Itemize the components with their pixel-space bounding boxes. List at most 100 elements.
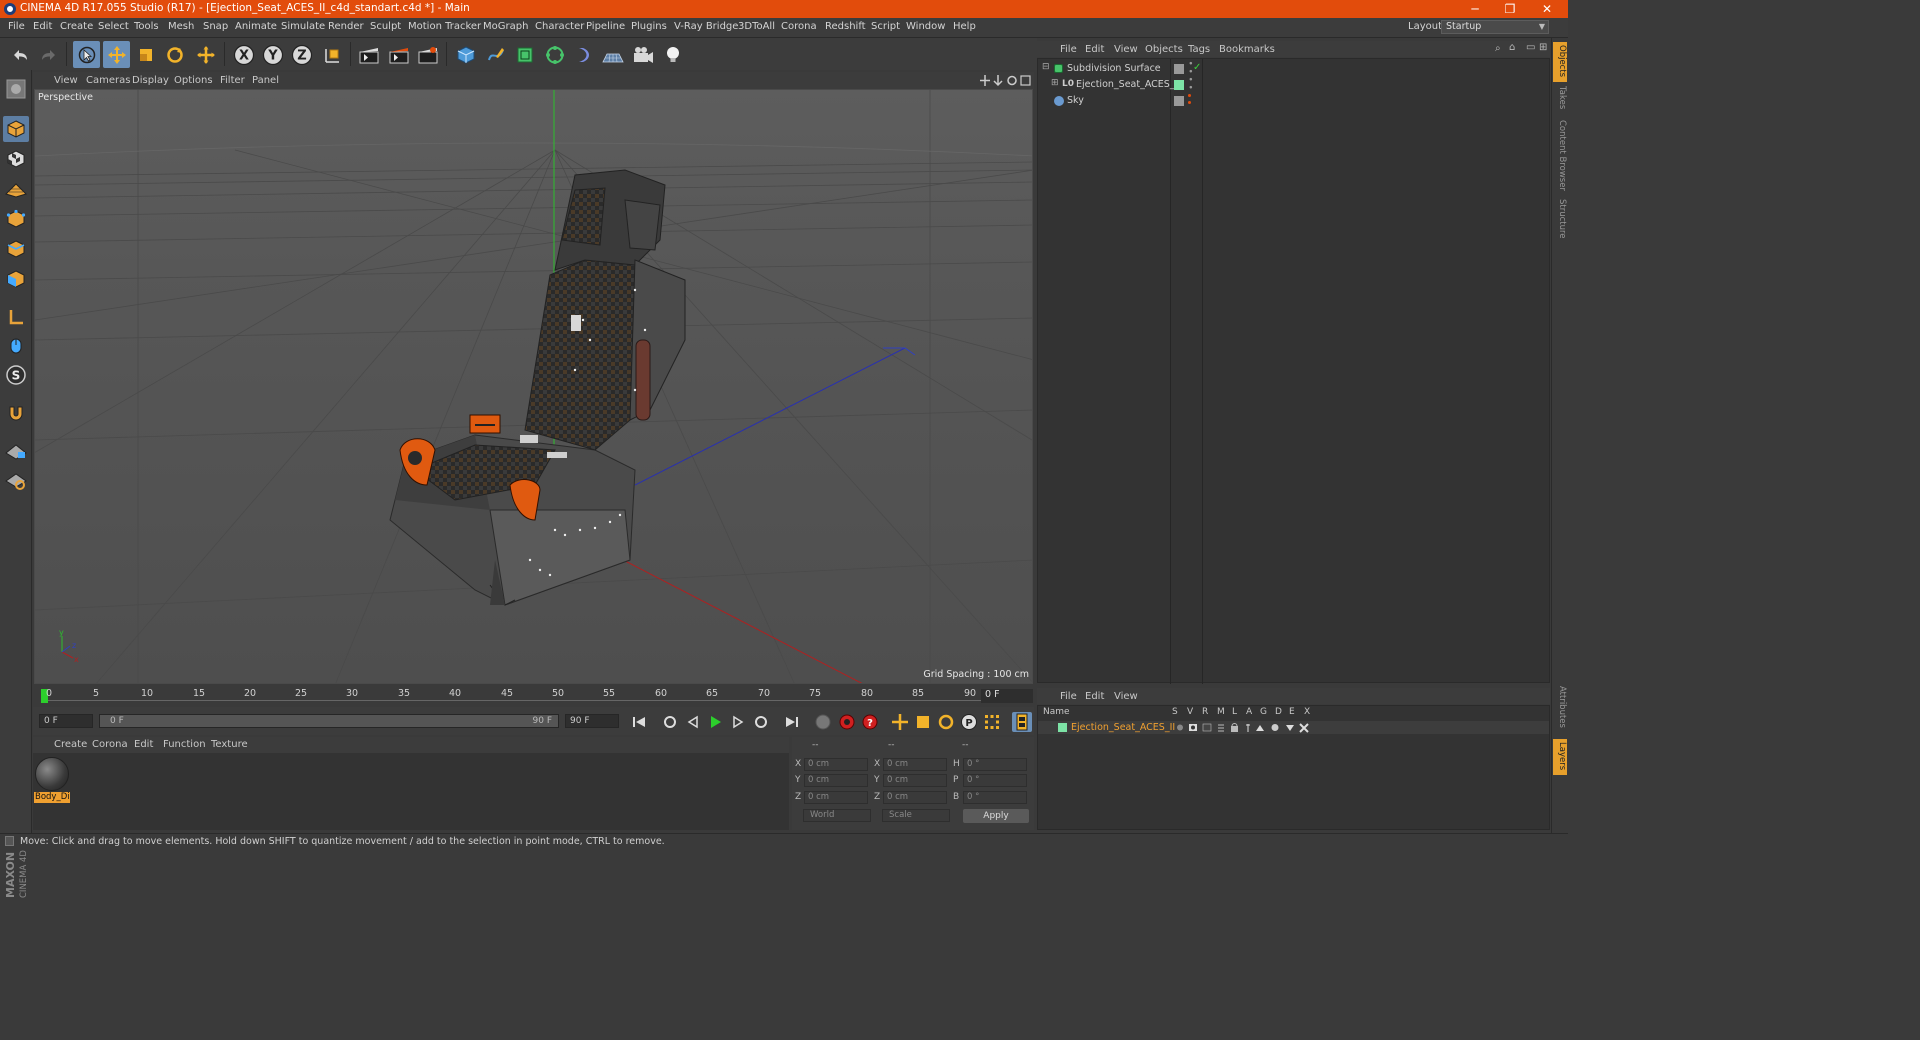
- material-name-label[interactable]: Body_Di: [34, 792, 70, 803]
- next-key-button[interactable]: [751, 712, 771, 732]
- redo-button[interactable]: [35, 41, 62, 68]
- menu-pipeline[interactable]: Pipeline: [586, 21, 625, 32]
- tab-attributes[interactable]: Attributes: [1553, 686, 1567, 734]
- material-menu-texture[interactable]: Texture: [211, 739, 248, 750]
- select-tool-button[interactable]: [73, 41, 100, 68]
- object-row-subdivision[interactable]: ⊟ Subdivision Surface ∙ ∙ ✓: [1038, 60, 1549, 77]
- visibility-dots-icon[interactable]: ∙ ∙: [1188, 76, 1194, 93]
- layer-swatch-icon[interactable]: [1174, 80, 1184, 90]
- rotate-tool-button[interactable]: [161, 41, 188, 68]
- key-pla-button[interactable]: [982, 712, 1002, 732]
- timeline-ruler[interactable]: 0 5 10 15 20 25 30 35 40 45 50 55 60 65 …: [33, 686, 1034, 706]
- restore-button[interactable]: ❐: [1495, 1, 1525, 17]
- object-menu-tags[interactable]: Tags: [1188, 44, 1210, 55]
- object-menu-objects[interactable]: Objects: [1145, 44, 1183, 55]
- z-axis-lock-button[interactable]: Z: [288, 41, 315, 68]
- menu-vray-bridge[interactable]: V-Ray Bridge: [674, 21, 738, 32]
- layer-menu-edit[interactable]: Edit: [1085, 691, 1104, 702]
- position-y-field[interactable]: 0 cm: [804, 774, 868, 787]
- viewport-menu-panel[interactable]: Panel: [252, 75, 279, 86]
- material-menu-edit[interactable]: Edit: [134, 739, 153, 750]
- frame-ruler[interactable]: 0 5 10 15 20 25 30 35 40 45 50 55 60 65 …: [41, 686, 981, 706]
- menu-redshift[interactable]: Redshift: [825, 21, 866, 32]
- previous-key-button[interactable]: [660, 712, 680, 732]
- end-frame-field[interactable]: 90 F: [565, 714, 619, 728]
- tab-structure[interactable]: Structure: [1553, 199, 1567, 243]
- menu-sculpt[interactable]: Sculpt: [370, 21, 401, 32]
- rotation-p-field[interactable]: 0 °: [963, 774, 1027, 787]
- x-axis-lock-button[interactable]: X: [230, 41, 257, 68]
- make-editable-button[interactable]: [3, 76, 29, 102]
- model-mode-button[interactable]: [3, 116, 29, 142]
- size-mode-select[interactable]: Scale: [882, 809, 950, 822]
- menu-mesh[interactable]: Mesh: [168, 21, 194, 32]
- coordinate-system-button[interactable]: [319, 41, 346, 68]
- add-deformer-button[interactable]: [570, 41, 597, 68]
- viewport-menu-options[interactable]: Options: [174, 75, 213, 86]
- viewport-nav-icons[interactable]: [979, 74, 1031, 87]
- solo-button[interactable]: S: [3, 362, 29, 388]
- workplane-rotate-button[interactable]: [3, 468, 29, 494]
- live-selection-button[interactable]: [192, 41, 219, 68]
- home-icon[interactable]: ⌂: [1509, 42, 1515, 53]
- layer-menu-view[interactable]: View: [1114, 691, 1138, 702]
- undo-button[interactable]: [6, 41, 33, 68]
- next-frame-button[interactable]: [728, 712, 748, 732]
- menu-animate[interactable]: Animate: [235, 21, 277, 32]
- object-name[interactable]: Sky: [1067, 95, 1084, 106]
- axis-mode-button[interactable]: [3, 304, 29, 330]
- tab-objects[interactable]: Objects: [1553, 42, 1567, 82]
- autokey-button[interactable]: [837, 712, 857, 732]
- menu-3dtoall[interactable]: 3DToAll: [738, 21, 775, 32]
- points-mode-button[interactable]: [3, 206, 29, 232]
- workplane-lock-button[interactable]: [3, 438, 29, 464]
- go-to-start-button[interactable]: [629, 712, 649, 732]
- add-cube-button[interactable]: [452, 41, 479, 68]
- visibility-dot-icon[interactable]: [1188, 94, 1191, 97]
- layout-select[interactable]: Startup ▼: [1441, 20, 1549, 34]
- menu-plugins[interactable]: Plugins: [631, 21, 667, 32]
- add-environment-button[interactable]: [599, 41, 626, 68]
- size-y-field[interactable]: 0 cm: [883, 774, 947, 787]
- layer-menu-file[interactable]: File: [1060, 691, 1077, 702]
- object-menu-view[interactable]: View: [1114, 44, 1138, 55]
- menu-window[interactable]: Window: [906, 21, 945, 32]
- rotation-b-field[interactable]: 0 °: [963, 791, 1027, 804]
- move-tool-button[interactable]: [103, 41, 130, 68]
- checkmark-icon[interactable]: ✓: [1193, 62, 1201, 73]
- object-name[interactable]: Ejection_Seat_ACES_II: [1076, 79, 1180, 90]
- expand-icon[interactable]: ⊞: [1051, 78, 1059, 88]
- close-button[interactable]: ✕: [1532, 1, 1562, 17]
- menu-mograph[interactable]: MoGraph: [483, 21, 528, 32]
- current-frame-field[interactable]: 0 F: [981, 689, 1033, 703]
- object-name[interactable]: Subdivision Surface: [1067, 63, 1161, 74]
- apply-button[interactable]: Apply: [963, 809, 1029, 823]
- menu-help[interactable]: Help: [953, 21, 976, 32]
- coordinate-space-select[interactable]: World: [803, 809, 871, 822]
- menu-simulate[interactable]: Simulate: [281, 21, 325, 32]
- menu-render[interactable]: Render: [328, 21, 364, 32]
- layer-name[interactable]: Ejection_Seat_ACES_II: [1071, 722, 1175, 733]
- workplane-mode-button[interactable]: [3, 176, 29, 202]
- menu-file[interactable]: File: [8, 21, 25, 32]
- material-menu-function[interactable]: Function: [163, 739, 206, 750]
- menu-select[interactable]: Select: [98, 21, 129, 32]
- scale-tool-button[interactable]: [132, 41, 159, 68]
- range-slider[interactable]: 0 F 90 F: [99, 714, 559, 728]
- add-nurbs-button[interactable]: [511, 41, 538, 68]
- y-axis-lock-button[interactable]: Y: [259, 41, 286, 68]
- tab-content-browser[interactable]: Content Browser: [1553, 120, 1567, 196]
- object-row-ejection-seat[interactable]: ⊞ L0 Ejection_Seat_ACES_II ∙ ∙: [1038, 76, 1549, 93]
- position-z-field[interactable]: 0 cm: [804, 791, 868, 804]
- keyframe-selection-button[interactable]: ?: [860, 712, 880, 732]
- menu-corona[interactable]: Corona: [781, 21, 817, 32]
- object-row-sky[interactable]: Sky: [1038, 93, 1549, 109]
- tweak-mode-button[interactable]: [3, 332, 29, 358]
- layer-swatch-icon[interactable]: [1174, 64, 1184, 74]
- minimize-button[interactable]: ─: [1460, 1, 1490, 17]
- render-view-button[interactable]: [355, 41, 382, 68]
- material-menu-create[interactable]: Create: [54, 739, 87, 750]
- menu-create[interactable]: Create: [60, 21, 93, 32]
- perspective-viewport[interactable]: y x z Perspective Grid Spacing : 100 cm: [34, 89, 1033, 684]
- render-picture-viewer-button[interactable]: [385, 41, 412, 68]
